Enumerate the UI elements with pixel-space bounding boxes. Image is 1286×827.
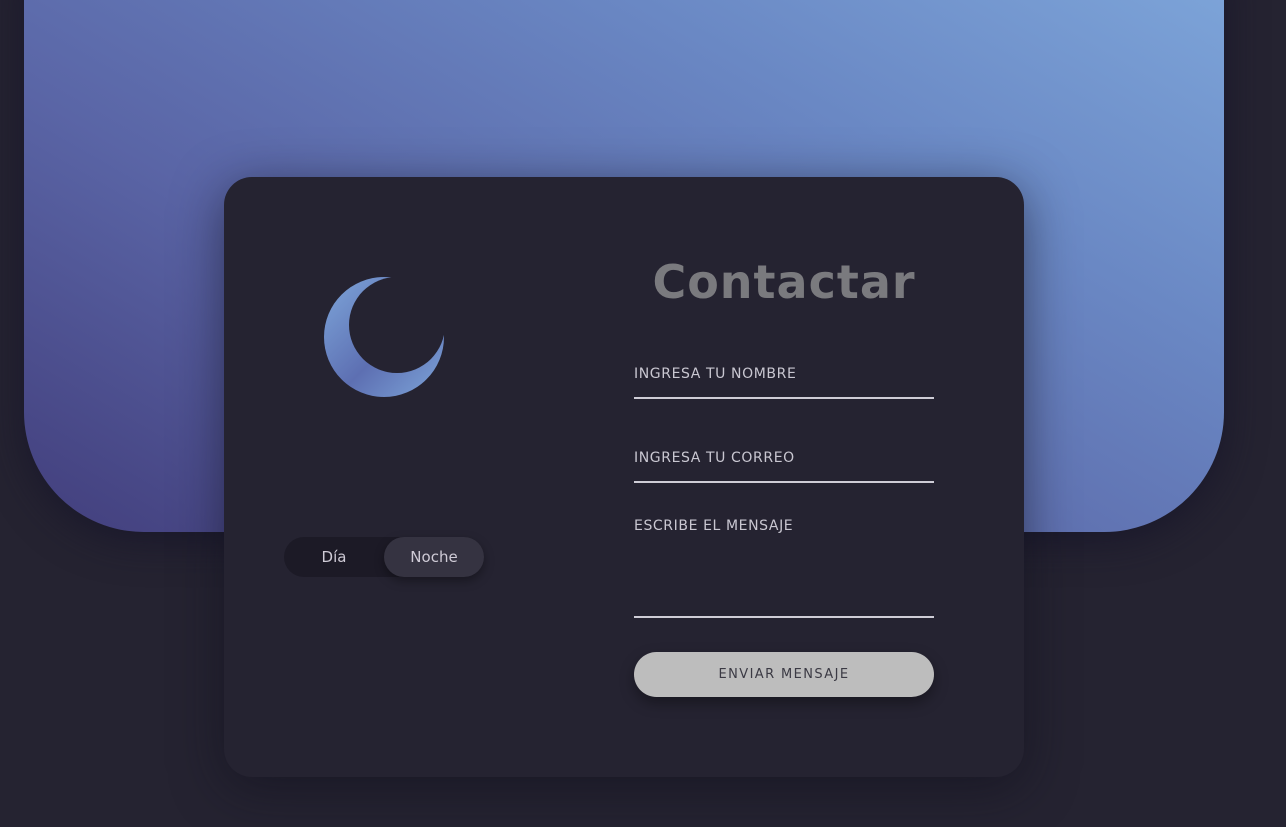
message-field-wrapper — [634, 517, 934, 618]
toggle-option-day[interactable]: Día — [284, 537, 384, 577]
name-input[interactable] — [634, 361, 934, 399]
email-input[interactable] — [634, 445, 934, 483]
email-field-wrapper — [634, 445, 934, 483]
form-title: Contactar — [652, 255, 916, 309]
moon-icon — [324, 277, 444, 397]
name-field-wrapper — [634, 361, 934, 399]
toggle-option-night[interactable]: Noche — [384, 537, 484, 577]
theme-toggle: Día Noche — [284, 537, 484, 577]
contact-card: Día Noche Contactar ENVIAR MENSAJE — [224, 177, 1024, 777]
send-message-button[interactable]: ENVIAR MENSAJE — [634, 652, 934, 697]
message-textarea[interactable] — [634, 517, 934, 618]
